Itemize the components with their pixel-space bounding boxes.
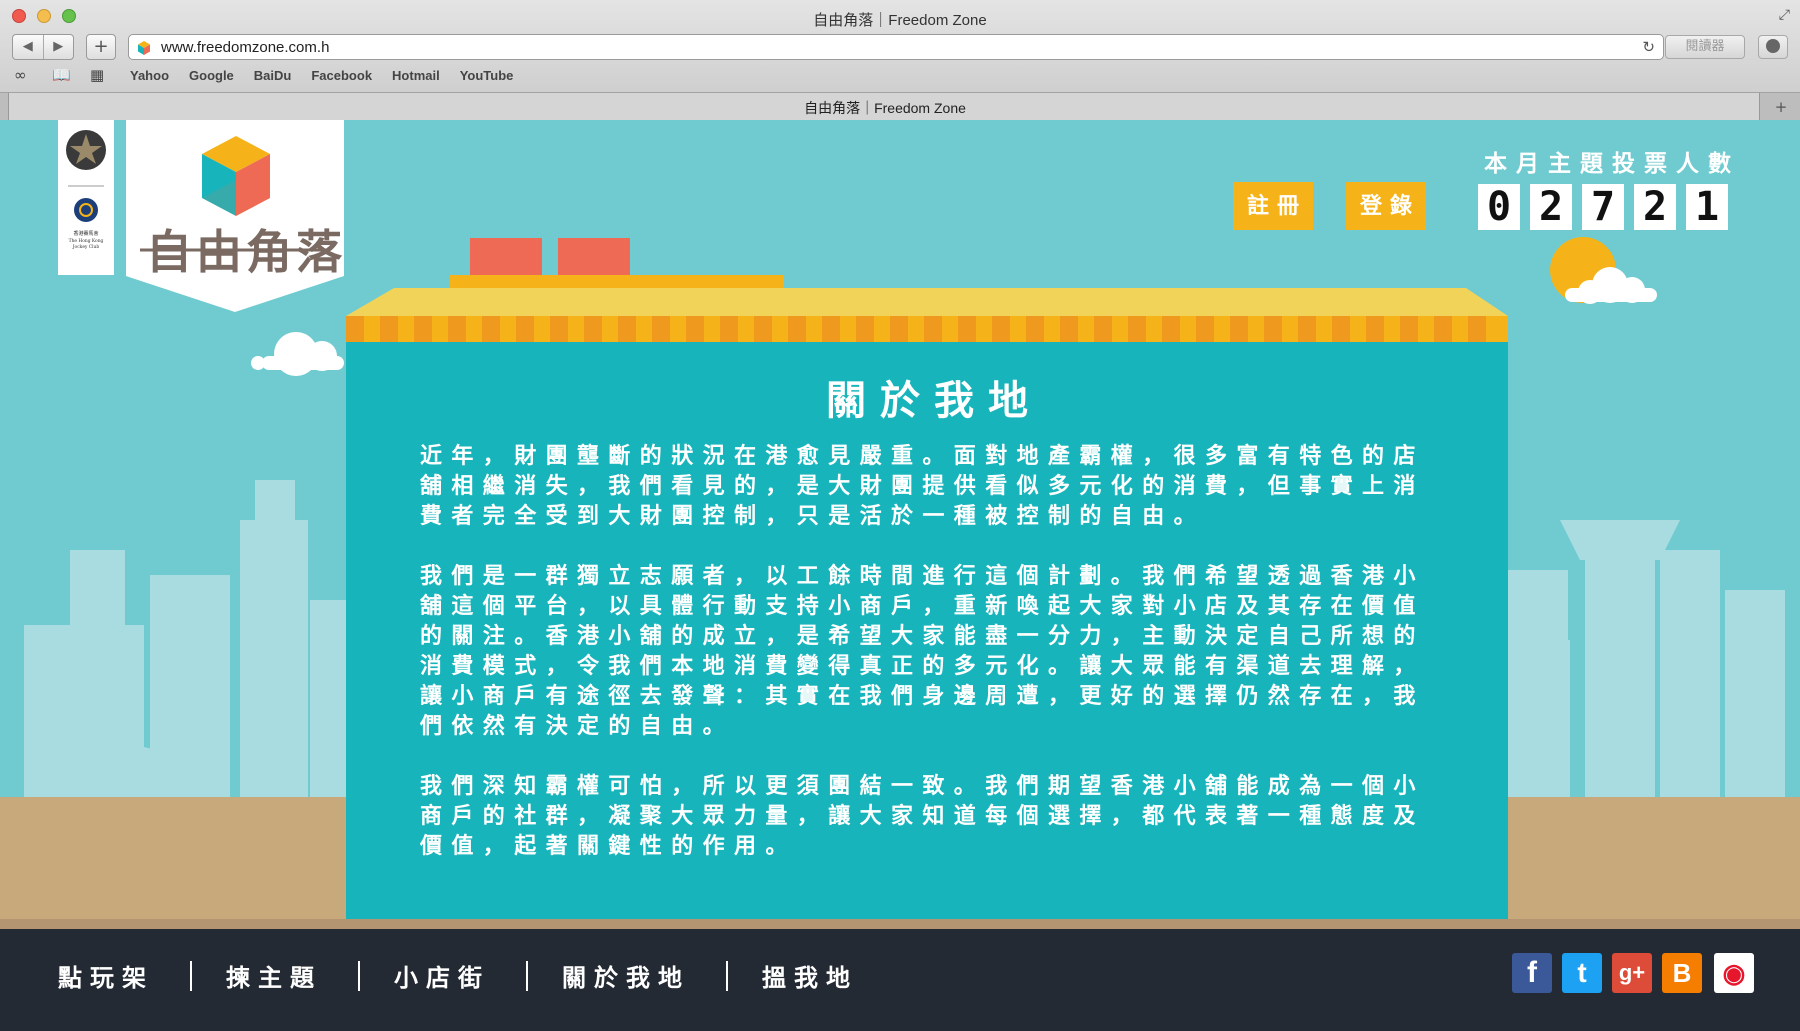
nav-divider	[726, 960, 728, 991]
blogger-glyph: B	[1672, 958, 1692, 988]
nav-divider	[190, 960, 192, 991]
blogger-icon[interactable]: B	[1662, 953, 1702, 993]
forward-icon[interactable]: ▶	[44, 35, 74, 59]
house-roof	[346, 238, 1508, 342]
reading-list-icon[interactable]: ∞	[14, 66, 27, 84]
title-bar: 自由角落｜Freedom Zone ⤢	[0, 0, 1800, 34]
reload-icon[interactable]: ↻	[1642, 38, 1655, 56]
about-paragraph: 我們深知霸權可怕，所以更須團結一致。我們期望香港小舖能成為一個小商戶的社群，凝聚…	[420, 774, 1425, 859]
facebook-icon[interactable]: f	[1512, 953, 1552, 993]
address-bar[interactable]: www.freedomzone.com.h ↻	[128, 34, 1664, 60]
tab-title: 自由角落｜Freedom Zone	[804, 100, 966, 116]
nav-item-about-us[interactable]: 關於我地	[562, 958, 690, 993]
about-title: 關於我地	[826, 378, 1042, 424]
bookmark-link[interactable]: Google	[189, 68, 234, 83]
fullscreen-icon[interactable]: ⤢	[1779, 7, 1790, 23]
nav-item-how-to-play[interactable]: 點玩架	[58, 958, 154, 993]
about-paragraph: 近年，財團壟斷的狀況在港愈見嚴重。面對地產霸權，很多富有特色的店舖相繼消失，我們…	[420, 444, 1425, 529]
top-sites-grid-icon[interactable]: ▦	[90, 66, 104, 84]
nav-item-choose-theme[interactable]: 揀主題	[226, 958, 322, 993]
about-paragraph: 我們是一群獨立志願者，以工餘時間進行這個計劃。我們希望透過香港小舖這個平台，以具…	[420, 564, 1425, 739]
add-tab-icon[interactable]: +	[1766, 97, 1796, 117]
bookmarks-bar: ∞ 📖 ▦ Yahoo Google BaiDu Facebook Hotmai…	[0, 64, 1800, 88]
active-tab[interactable]: 自由角落｜Freedom Zone	[8, 93, 1760, 120]
bookmark-link[interactable]: BaiDu	[254, 68, 292, 83]
bookmark-links: Yahoo Google BaiDu Facebook Hotmail YouT…	[130, 68, 513, 83]
nav-divider	[526, 960, 528, 991]
nav-item-shop-street[interactable]: 小店街	[394, 958, 490, 993]
facebook-glyph: f	[1527, 956, 1537, 989]
chimney-right	[558, 238, 630, 280]
window-title: 自由角落｜Freedom Zone	[813, 12, 987, 29]
tab-bar: 自由角落｜Freedom Zone +	[0, 92, 1800, 120]
site-favicon-icon	[138, 41, 150, 55]
back-forward-group: ◀ ▶	[12, 34, 74, 60]
downloads-icon[interactable]	[1758, 35, 1788, 59]
url-text: www.freedomzone.com.h	[161, 39, 330, 56]
bookmark-link[interactable]: Facebook	[311, 68, 372, 83]
reader-button[interactable]: 閱讀器	[1665, 35, 1745, 59]
new-tab-button[interactable]: +	[86, 34, 116, 60]
bookmarks-book-icon[interactable]: 📖	[52, 66, 71, 84]
googleplus-icon[interactable]: g+	[1612, 953, 1652, 993]
weibo-glyph: ◉	[1722, 958, 1746, 988]
browser-toolbar: ◀ ▶ + www.freedomzone.com.h ↻ 閱讀器	[0, 32, 1800, 62]
googleplus-glyph: g+	[1618, 960, 1646, 985]
footer-nav: 點玩架 揀主題 小店街 關於我地 搵我地	[58, 958, 858, 993]
bookmark-link[interactable]: Hotmail	[392, 68, 440, 83]
page-canvas: 香港賽馬會 The Hong Kong Jockey Club 自由角落 註冊 …	[0, 120, 1800, 1031]
about-body: 近年，財團壟斷的狀況在港愈見嚴重。面對地產霸權，很多富有特色的店舖相繼消失，我們…	[420, 442, 1452, 892]
bookmark-link[interactable]: Yahoo	[130, 68, 169, 83]
bookmark-link[interactable]: YouTube	[460, 68, 514, 83]
nav-item-contact-us[interactable]: 搵我地	[762, 958, 858, 993]
browser-chrome: 自由角落｜Freedom Zone ⤢ ◀ ▶ + www.freedomzon…	[0, 0, 1800, 120]
twitter-icon[interactable]: t	[1562, 953, 1602, 993]
nav-divider	[358, 960, 360, 991]
back-icon[interactable]: ◀	[13, 35, 44, 59]
chimney-left	[470, 238, 542, 280]
weibo-icon[interactable]: ◉	[1714, 953, 1754, 993]
twitter-glyph: t	[1577, 957, 1587, 988]
